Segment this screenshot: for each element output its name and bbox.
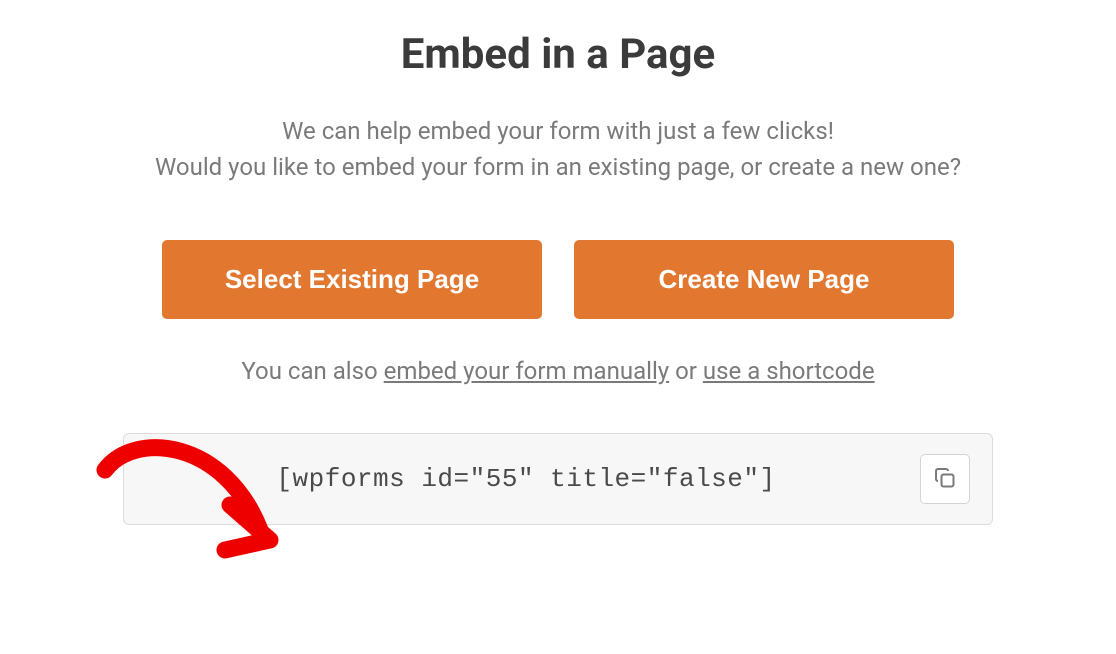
alt-middle: or: [669, 357, 703, 385]
alt-prefix: You can also: [241, 357, 383, 385]
copy-icon: [933, 466, 957, 493]
subtitle: We can help embed your form with just a …: [155, 113, 961, 185]
subtitle-line-1: We can help embed your form with just a …: [282, 117, 834, 145]
subtitle-line-2: Would you like to embed your form in an …: [155, 153, 961, 181]
copy-shortcode-button[interactable]: [920, 454, 970, 504]
page-title: Embed in a Page: [401, 30, 715, 79]
shortcode-container: [wpforms id="55" title="false"]: [123, 433, 993, 525]
embed-manually-link[interactable]: embed your form manually: [384, 357, 669, 385]
button-row: Select Existing Page Create New Page: [162, 240, 954, 319]
use-shortcode-link[interactable]: use a shortcode: [703, 357, 875, 385]
select-existing-page-button[interactable]: Select Existing Page: [162, 240, 542, 319]
shortcode-text: [wpforms id="55" title="false"]: [146, 464, 906, 494]
create-new-page-button[interactable]: Create New Page: [574, 240, 954, 319]
alternative-options-text: You can also embed your form manually or…: [241, 357, 874, 385]
